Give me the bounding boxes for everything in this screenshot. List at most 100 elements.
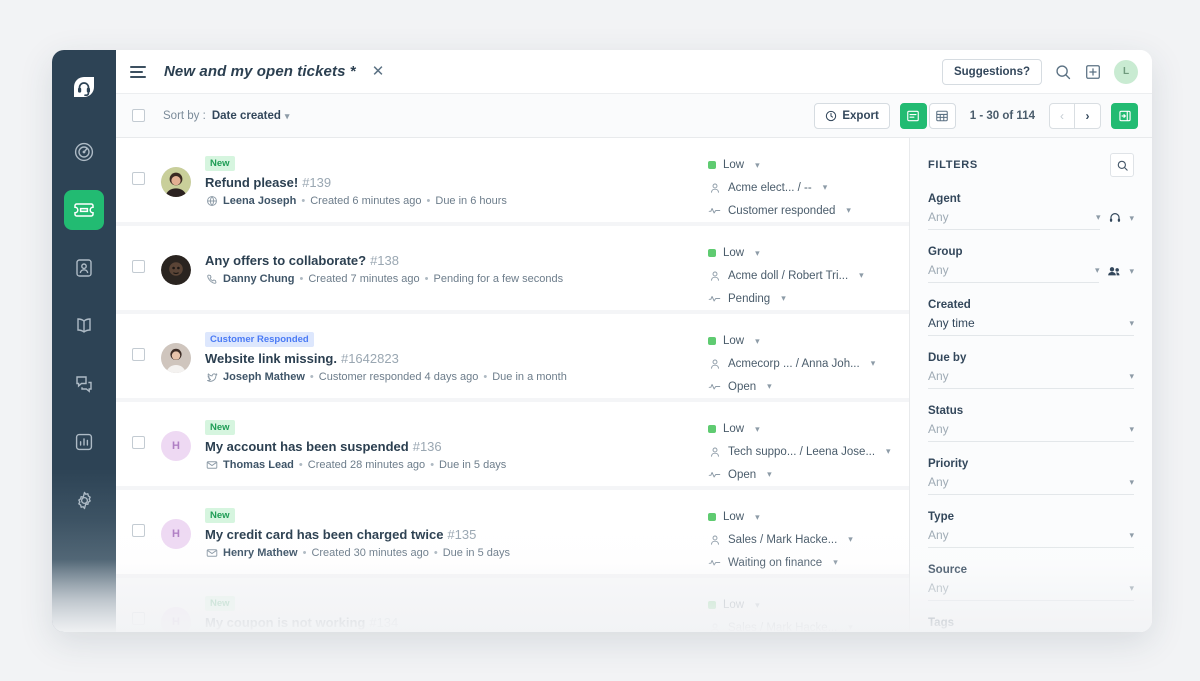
select-all-checkbox[interactable]	[132, 109, 145, 122]
suggestions-button[interactable]: Suggestions?	[941, 58, 1042, 85]
filters-panel-toggle-button[interactable]	[1111, 102, 1138, 129]
filter-priority-select[interactable]: Any ▾	[928, 475, 1134, 495]
filter-agent: Agent Any ▾ ▾	[928, 193, 1134, 230]
ticket-id: #1642823	[340, 351, 399, 366]
chevron-down-icon: ▾	[781, 293, 786, 303]
chevron-down-icon: ▾	[767, 469, 772, 479]
status-row[interactable]: Open ▾	[708, 380, 893, 393]
assignment-row[interactable]: Sales / Mark Hacke... ▾	[708, 621, 893, 632]
sidebar-item-solutions[interactable]	[64, 306, 104, 346]
table-row[interactable]: H New My coupon is not working #134 Low …	[116, 578, 909, 632]
table-row[interactable]: Customer Responded Website link missing.…	[116, 314, 909, 402]
sidebar-item-dashboard[interactable]	[64, 132, 104, 172]
priority-row[interactable]: Low ▾	[708, 599, 893, 611]
filter-group-scope[interactable]: ▾	[1107, 264, 1134, 283]
menu-toggle-icon[interactable]	[130, 65, 150, 78]
table-row[interactable]: H New My credit card has been charged tw…	[116, 490, 909, 578]
priority-row[interactable]: Low ▾	[708, 335, 893, 347]
ticket-requester: Thomas Lead	[223, 458, 294, 471]
ticket-due: Due in a month	[492, 370, 567, 383]
priority-row[interactable]: Low ▾	[708, 159, 893, 171]
table-row[interactable]: New Refund please! #139 Leena Joseph • C…	[116, 138, 909, 226]
status-row[interactable]: Open ▾	[708, 468, 893, 481]
assignment-row[interactable]: Tech suppo... / Leena Jose... ▾	[708, 445, 893, 458]
view-list-button[interactable]	[899, 102, 927, 129]
row-checkbox[interactable]	[132, 612, 145, 625]
ticket-body: Customer Responded Website link missing.…	[205, 327, 708, 383]
sidebar-item-forums[interactable]	[64, 364, 104, 404]
chevron-down-icon: ▾	[1129, 370, 1134, 381]
filter-group-select[interactable]: Any ▾	[928, 263, 1100, 283]
avatar[interactable]: L	[1114, 59, 1138, 84]
status-row[interactable]: Customer responded ▾	[708, 204, 893, 217]
filter-type-select[interactable]: Any ▾	[928, 528, 1134, 548]
assignment-row[interactable]: Acme doll / Robert Tri... ▾	[708, 269, 893, 282]
sidebar-item-reports[interactable]	[64, 422, 104, 462]
ticket-subject[interactable]: Refund please! #139	[205, 175, 708, 190]
ticket-requester: Leena Joseph	[223, 194, 297, 207]
priority-row[interactable]: Low ▾	[708, 423, 893, 435]
pagination-range: 1 - 30 of 114	[969, 109, 1035, 122]
ticket-subject[interactable]: My account has been suspended #136	[205, 439, 708, 454]
filters-search-button[interactable]	[1110, 153, 1134, 177]
ticket-subject[interactable]: My credit card has been charged twice #13…	[205, 527, 708, 542]
avatar: H	[161, 519, 191, 549]
table-row[interactable]: H New My account has been suspended#136	[116, 402, 909, 490]
search-icon[interactable]	[1054, 63, 1072, 81]
chevron-down-icon: ▾	[848, 622, 853, 632]
view-table-button[interactable]	[928, 102, 956, 129]
dashboard-gauge-icon	[73, 141, 95, 163]
filter-agent-scope[interactable]: ▾	[1108, 211, 1134, 230]
filter-created-select[interactable]: Any time ▾	[928, 316, 1134, 336]
view-tab-title[interactable]: New and my open tickets *	[164, 63, 356, 80]
filter-value: Any	[928, 528, 949, 542]
sidebar-item-logo[interactable]	[64, 68, 104, 108]
filter-source-select[interactable]: Any ▾	[928, 581, 1134, 601]
app-window: New and my open tickets * ✕ Suggestions?…	[52, 50, 1152, 632]
priority-dot-icon	[708, 337, 716, 345]
ticket-subject[interactable]: Any offers to collaborate? #138	[205, 253, 708, 268]
ticket-due: Pending for a few seconds	[433, 272, 564, 285]
table-row[interactable]: Any offers to collaborate? #138 Danny Chu…	[116, 226, 909, 314]
status-row[interactable]: Waiting on finance ▾	[708, 556, 893, 569]
ticket-requester: Joseph Mathew	[223, 370, 305, 383]
pagination-prev-button[interactable]: ‹	[1049, 102, 1075, 129]
ticket-due: Due in 5 days	[439, 458, 507, 471]
filter-type: Type Any ▾	[928, 511, 1134, 548]
priority-row[interactable]: Low ▾	[708, 511, 893, 523]
filter-status-select[interactable]: Any ▾	[928, 422, 1134, 442]
assignment-row[interactable]: Acme elect... / -- ▾	[708, 181, 893, 194]
priority-dot-icon	[708, 249, 716, 257]
tab-close-icon[interactable]: ✕	[372, 64, 385, 79]
row-checkbox[interactable]	[132, 436, 145, 449]
filter-agent-select[interactable]: Any ▾	[928, 210, 1101, 230]
assignment-value: Sales / Mark Hacke...	[728, 621, 838, 633]
row-checkbox[interactable]	[132, 260, 145, 273]
row-checkbox[interactable]	[132, 524, 145, 537]
ticket-subject[interactable]: Website link missing. #1642823	[205, 351, 708, 366]
sort-by-dropdown[interactable]: Date created ▾	[212, 110, 290, 122]
row-checkbox[interactable]	[132, 172, 145, 185]
status-value: Open	[728, 380, 757, 393]
sidebar-item-admin[interactable]	[64, 480, 104, 520]
ticket-subject-text: Website link missing.	[205, 351, 337, 366]
export-button[interactable]: Export	[814, 102, 890, 129]
row-checkbox[interactable]	[132, 348, 145, 361]
sidebar-item-tickets[interactable]	[64, 190, 104, 230]
separator-dot: •	[299, 272, 304, 285]
sidebar-item-contacts[interactable]	[64, 248, 104, 288]
status-row[interactable]: Pending ▾	[708, 292, 893, 305]
filter-due-by-select[interactable]: Any ▾	[928, 369, 1134, 389]
ticket-subject[interactable]: My coupon is not working #134	[205, 615, 708, 630]
filter-label: Agent	[928, 193, 961, 205]
priority-dot-icon	[708, 513, 716, 521]
ticket-created: Created 28 minutes ago	[307, 458, 426, 471]
assignment-row[interactable]: Acmecorp ... / Anna Joh... ▾	[708, 357, 893, 370]
pagination-next-button[interactable]: ›	[1075, 102, 1101, 129]
new-ticket-plus-icon[interactable]	[1084, 63, 1102, 81]
priority-value: Low	[723, 423, 745, 435]
assignment-row[interactable]: Sales / Mark Hacke... ▾	[708, 533, 893, 546]
ticket-subject-text: Any offers to collaborate?	[205, 253, 367, 268]
priority-row[interactable]: Low ▾	[708, 247, 893, 259]
gear-icon	[73, 489, 96, 512]
